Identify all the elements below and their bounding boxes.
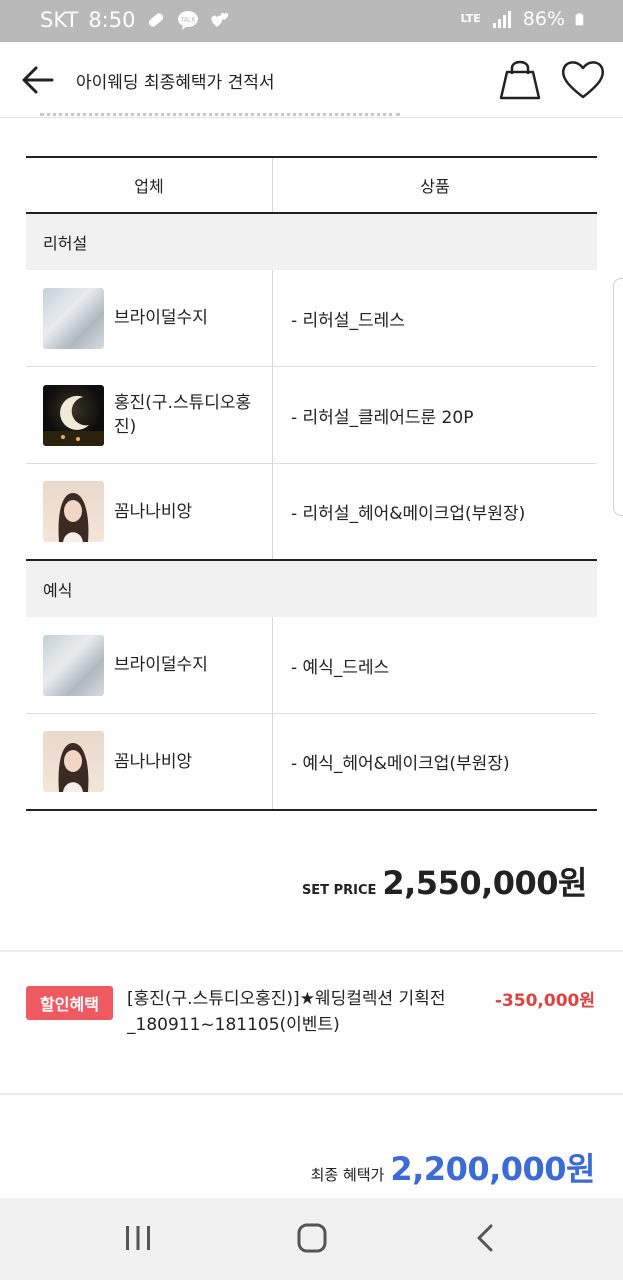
quote-table: 업체 상품 리허설 브라이덜수지 - 리허설_드레스 홍진(구.스튜디오홍진) …: [26, 156, 597, 811]
table-row: 꼼나나비앙 - 예식_헤어&메이크업(부원장): [26, 714, 597, 811]
clock: 8:50: [88, 8, 136, 32]
shopping-bag-icon[interactable]: [497, 56, 543, 102]
hearts-icon: [211, 12, 229, 27]
column-header-product: 상품: [272, 158, 597, 212]
battery-percent: 86%: [522, 8, 565, 30]
set-price: SET PRICE 2,550,000원: [301, 858, 588, 904]
column-header-vendor: 업체: [134, 177, 164, 196]
table-row: 브라이덜수지 - 리허설_드레스: [26, 270, 597, 367]
set-price-label: SET PRICE: [301, 883, 377, 898]
vendor-thumbnail: [43, 384, 104, 446]
carrier-label: SKT: [40, 8, 79, 32]
back-icon[interactable]: [466, 1218, 506, 1258]
app-header: 아이웨딩 최종혜택가 견적서: [0, 42, 623, 118]
product-name: - 리허설_드레스: [272, 270, 597, 366]
vendor-name: 브라이덜수지: [114, 308, 208, 328]
back-arrow-icon[interactable]: [18, 60, 58, 100]
section-header-ceremony: 예식: [26, 561, 597, 617]
vendor-name: 홍진(구.스튜디오홍진): [114, 393, 252, 437]
heart-icon[interactable]: [558, 56, 608, 102]
home-icon[interactable]: [292, 1218, 332, 1258]
recent-apps-icon[interactable]: [118, 1218, 158, 1258]
discount-amount: -350,000원: [494, 991, 595, 1011]
pill-icon: [149, 13, 164, 27]
discount-badge: 할인혜택: [26, 986, 113, 1020]
vendor-name: 꼼나나비앙: [114, 501, 193, 522]
set-price-value: 2,550,000원: [382, 864, 587, 902]
clipped-text-line: [40, 108, 400, 116]
product-name: - 예식_드레스: [272, 617, 597, 713]
signal-icon: [492, 11, 511, 28]
product-name: - 예식_헤어&메이크업(부원장): [272, 714, 597, 809]
vendor-name: 꼼나나비앙: [114, 751, 193, 772]
final-price-value: 2,200,000원: [390, 1150, 595, 1188]
table-row: 꼼나나비앙 - 리허설_헤어&메이크업(부원장): [26, 464, 597, 561]
network-type: LTE: [460, 12, 481, 25]
product-name: - 리허설_클레어드룬 20P: [272, 367, 597, 463]
divider: [0, 1093, 623, 1095]
page-title: 아이웨딩 최종혜택가 견적서: [76, 73, 275, 93]
status-bar: SKT 8:50 TALK LTE 86%: [0, 0, 623, 42]
final-price: 최종 혜택가 2,200,000원: [310, 1144, 596, 1190]
battery-icon: [575, 13, 584, 26]
edge-panel-handle[interactable]: [613, 278, 623, 516]
vendor-thumbnail: [43, 634, 104, 696]
vendor-thumbnail: [43, 287, 104, 349]
section-header-rehearsal: 리허설: [26, 214, 597, 270]
final-price-label: 최종 혜택가: [310, 1166, 385, 1184]
product-name: - 리허설_헤어&메이크업(부원장): [272, 464, 597, 559]
vendor-thumbnail: [43, 481, 104, 542]
table-header: 업체 상품: [26, 156, 597, 214]
divider: [0, 950, 623, 952]
table-row: 브라이덜수지 - 예식_드레스: [26, 617, 597, 714]
system-nav-bar: [0, 1198, 623, 1280]
table-row: 홍진(구.스튜디오홍진) - 리허설_클레어드룬 20P: [26, 367, 597, 464]
vendor-thumbnail: [43, 731, 104, 792]
talk-icon: TALK: [178, 11, 199, 30]
vendor-name: 브라이덜수지: [114, 655, 208, 675]
discount-description: [홍진(구.스튜디오홍진)]★웨딩컬렉션 기획전_180911~181105(이…: [127, 989, 446, 1035]
svg-text:TALK: TALK: [180, 17, 197, 24]
